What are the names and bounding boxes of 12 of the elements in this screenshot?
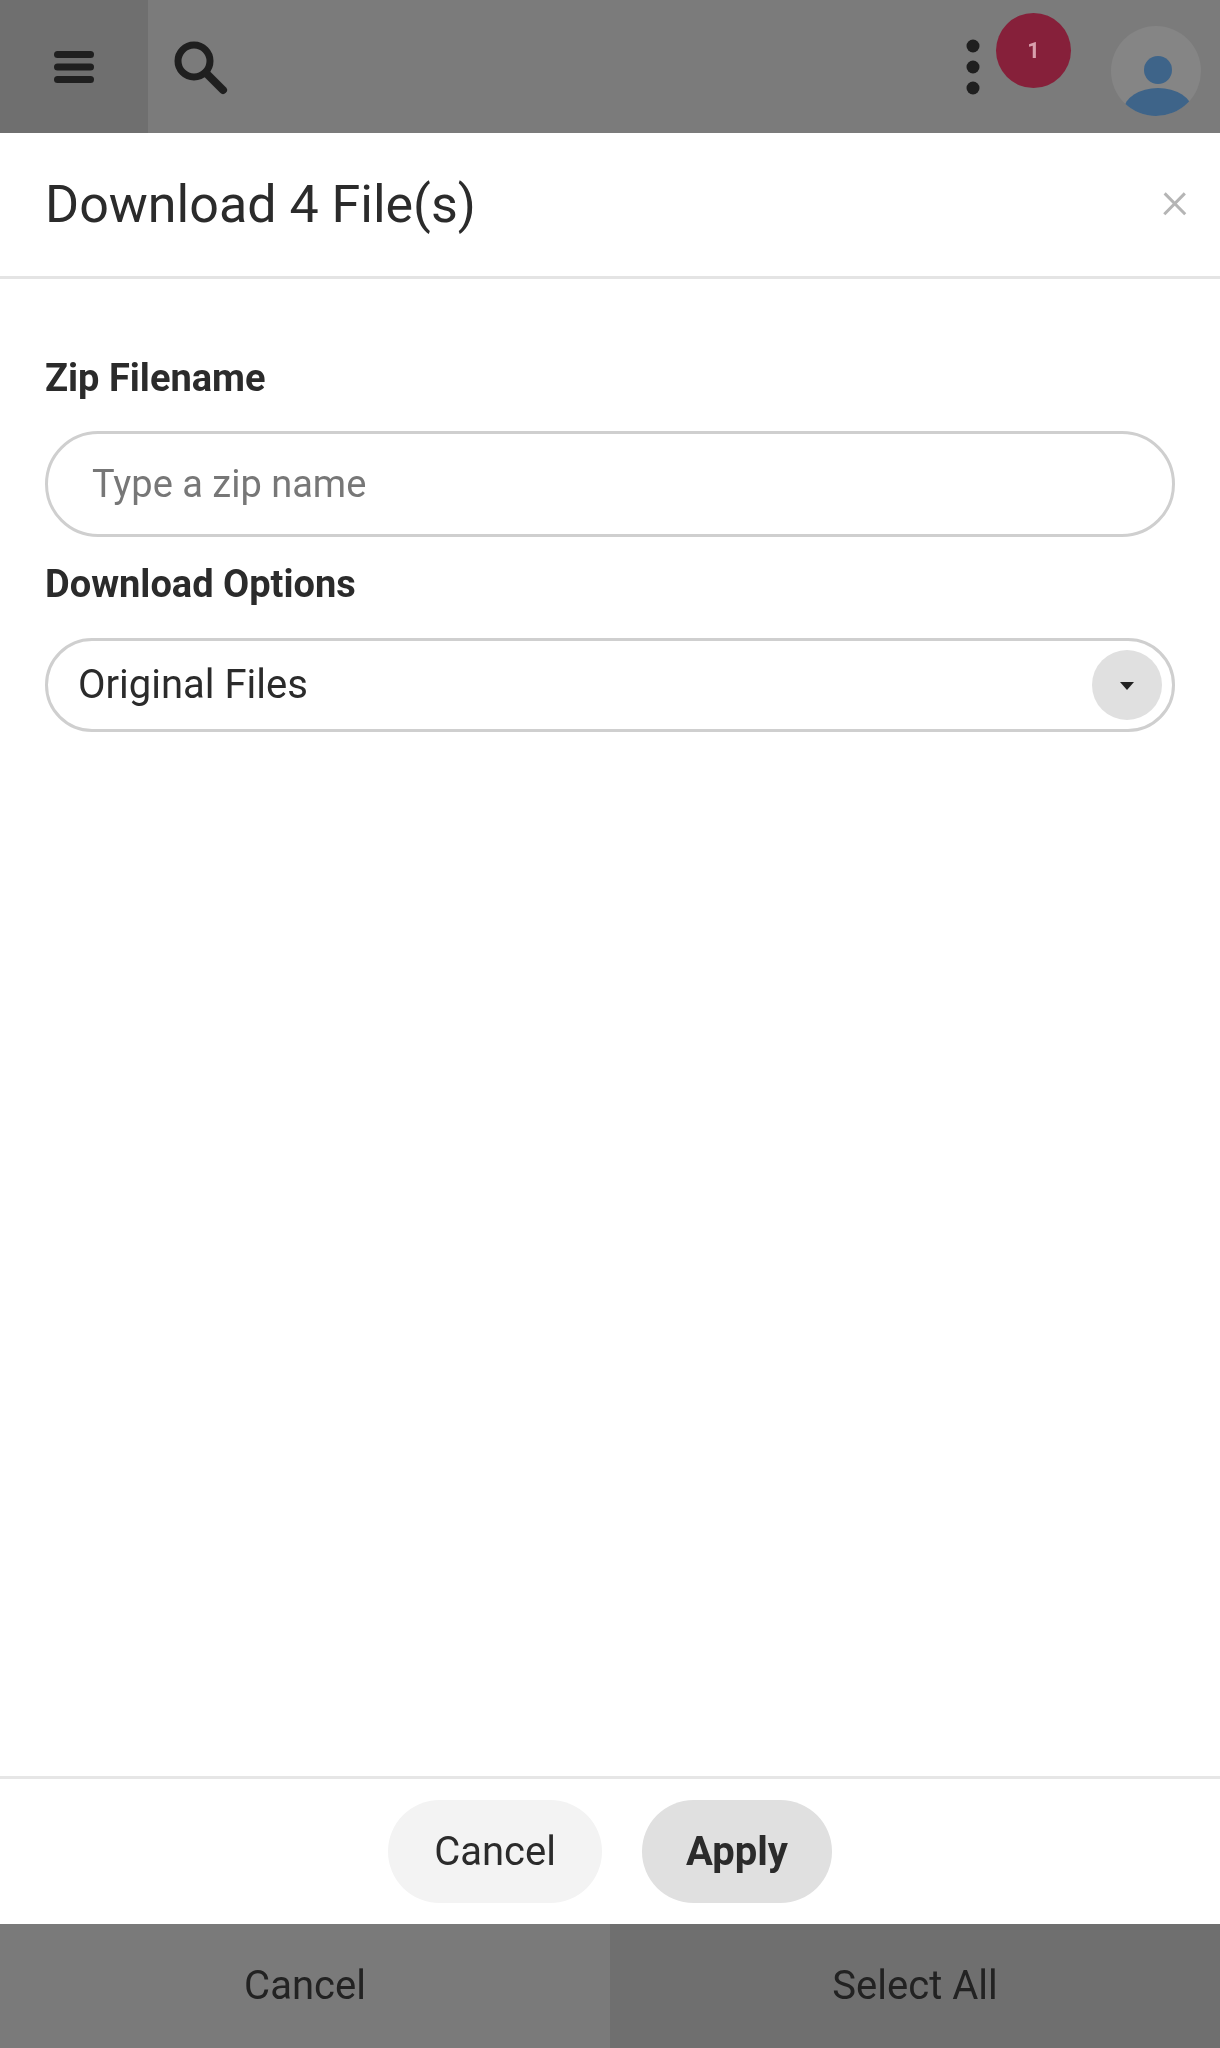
field-label: Download Options (45, 560, 357, 608)
more-options-icon[interactable] (966, 38, 980, 95)
notification-badge[interactable]: 1 (996, 13, 1071, 88)
zip-name-field[interactable]: Type a zip name (45, 430, 1175, 537)
dialog-button[interactable]: Cancel (388, 1800, 602, 1903)
dialog-button[interactable]: Apply (641, 1800, 832, 1903)
menu-icon[interactable] (0, 0, 148, 133)
dialog-title: Download 4 File(s) (45, 172, 477, 237)
download-options-dropdown[interactable]: Original Files (45, 638, 1175, 732)
bottom-bar-button[interactable]: Cancel (0, 1924, 610, 2048)
field-label: Zip Filename (45, 355, 267, 402)
bottom-bar-button[interactable]: Select All (610, 1924, 1220, 2048)
